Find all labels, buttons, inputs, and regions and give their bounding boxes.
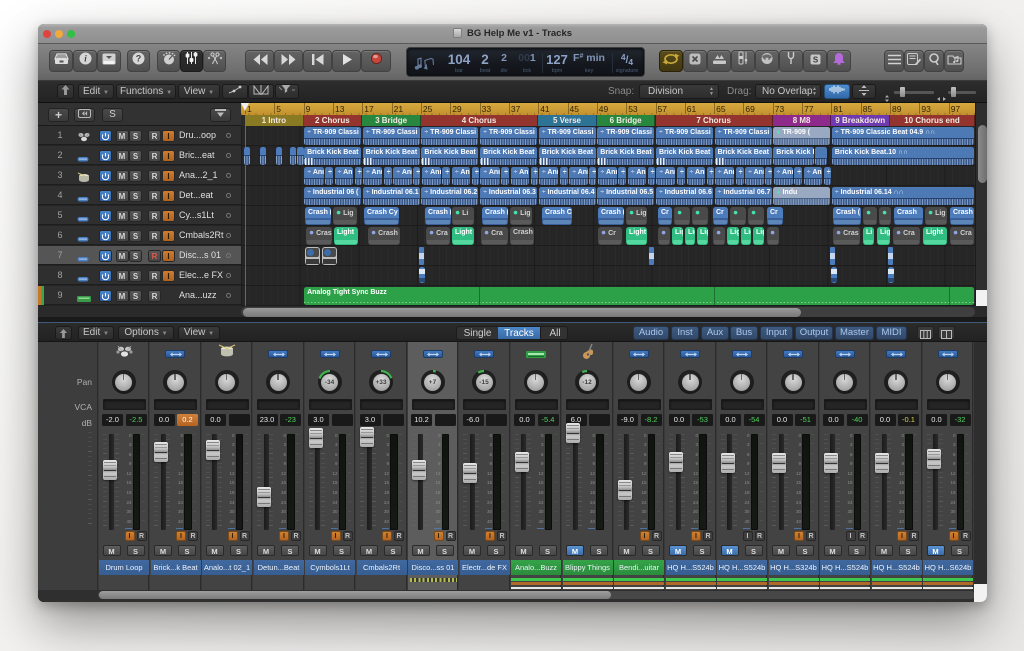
svg-text:S: S [812, 55, 818, 64]
svg-text:?: ? [136, 54, 142, 64]
